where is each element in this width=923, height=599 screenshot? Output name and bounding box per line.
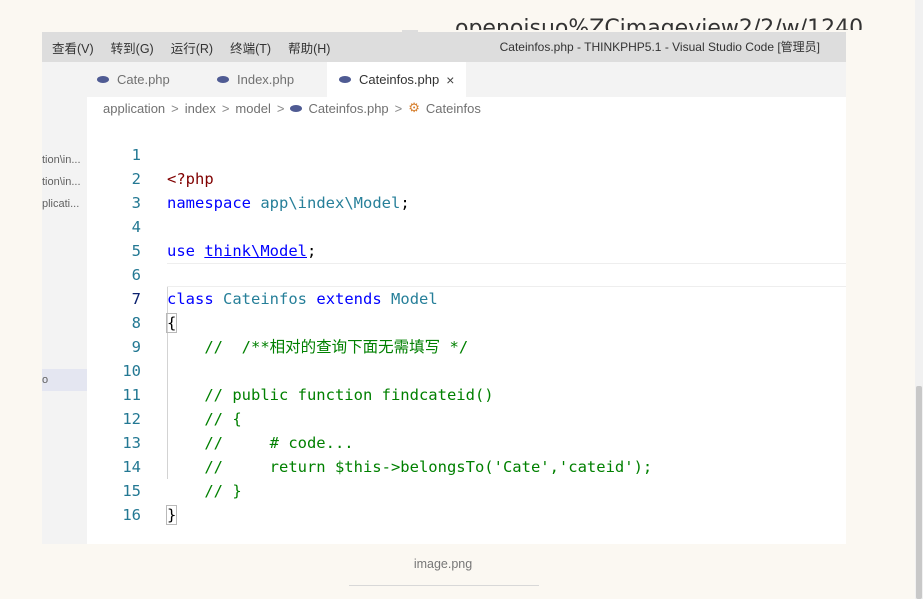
explorer-item-label: o [42, 374, 49, 386]
code-line: 11 // { [87, 359, 846, 428]
menu-terminal[interactable]: 终端(T) [230, 38, 271, 57]
page-header-clip: openoisuo%ZCimageview2/2/w/1240 [455, 16, 864, 30]
explorer-item[interactable]: plicati... [42, 193, 79, 215]
caption-underline [349, 585, 539, 586]
breadcrumb-item[interactable]: index [185, 101, 216, 116]
code-line: 5 [87, 215, 846, 260]
code-line: 4 use think\Model; [87, 191, 846, 260]
page-scrollbar[interactable] [915, 0, 923, 599]
breadcrumb-item[interactable]: application [103, 101, 165, 116]
code-line: 8 // /**相对的查询下面无需填写 */ [87, 287, 846, 356]
vscode-screenshot: 查看(V) 转到(G) 运行(R) 终端(T) 帮助(H) Cateinfos.… [42, 32, 846, 544]
chevron-right-icon: > [171, 100, 179, 116]
breadcrumb-item[interactable]: model [235, 101, 270, 116]
php-file-icon [290, 104, 303, 112]
menu-view[interactable]: 查看(V) [52, 38, 94, 57]
code-line: 3 [87, 167, 846, 212]
chevron-right-icon: > [394, 100, 403, 116]
php-file-icon [97, 76, 109, 83]
code-line: 15 } [87, 455, 846, 525]
title-bar: 查看(V) 转到(G) 运行(R) 终端(T) 帮助(H) Cateinfos.… [42, 32, 846, 62]
php-file-icon [339, 76, 351, 83]
menu-go[interactable]: 转到(G) [111, 38, 154, 57]
code-line: 9 [87, 311, 846, 356]
explorer-sidebar: tion\in... tion\in... plicati... o [42, 62, 87, 544]
explorer-item-selected[interactable]: o [42, 369, 87, 391]
tab-label: Cate.php [117, 72, 170, 87]
breadcrumb: application > index > model > Cateinfos.… [103, 97, 481, 119]
code-line: 7 { [87, 263, 846, 333]
image-caption: image.png [413, 557, 473, 571]
window-title: Cateinfos.php - THINKPHP5.1 - Visual Stu… [499, 40, 820, 54]
menu-help[interactable]: 帮助(H) [288, 38, 330, 57]
php-file-icon [217, 76, 229, 83]
tab-index[interactable]: Index.php [217, 62, 327, 97]
menu-run[interactable]: 运行(R) [171, 38, 213, 57]
code-text: } [165, 505, 178, 525]
explorer-item[interactable]: tion\in... [42, 171, 81, 193]
tab-label: Index.php [237, 72, 295, 87]
editor-tabs: Cate.php Index.php Cateinfos.php × [87, 62, 846, 97]
breadcrumb-item[interactable]: Cateinfos [426, 101, 481, 116]
tab-label: Cateinfos.php [359, 72, 440, 87]
class-symbol-icon: ⚙ [408, 100, 420, 115]
tab-cateinfos[interactable]: Cateinfos.php × [327, 62, 466, 97]
code-line: 16 [87, 479, 846, 524]
code-editor[interactable]: 1 <?php 2 namespace app\index\Model; 3 4… [87, 119, 846, 544]
menu-bar: 查看(V) 转到(G) 运行(R) 终端(T) 帮助(H) [52, 32, 347, 62]
code-line: 12 // # code... [87, 383, 846, 452]
line-number: 16 [122, 506, 141, 524]
code-line: 2 namespace app\index\Model; [87, 143, 846, 212]
explorer-item[interactable]: tion\in... [42, 149, 81, 171]
chevron-right-icon: > [221, 100, 230, 116]
code-line: 6 class Cateinfos extends Model [87, 239, 846, 308]
code-line: 10 // public function findcateid() [87, 335, 846, 404]
chevron-right-icon: > [276, 100, 285, 116]
code-line: 13 // return $this->belongsTo('Cate','ca… [87, 407, 846, 476]
close-icon[interactable]: × [446, 72, 454, 88]
breadcrumb-item[interactable]: Cateinfos.php [308, 101, 388, 116]
code-line: 1 <?php [87, 119, 846, 188]
code-line: 14 // } [87, 431, 846, 500]
tab-cate[interactable]: Cate.php [97, 62, 207, 97]
scrollbar-thumb[interactable] [916, 386, 922, 599]
